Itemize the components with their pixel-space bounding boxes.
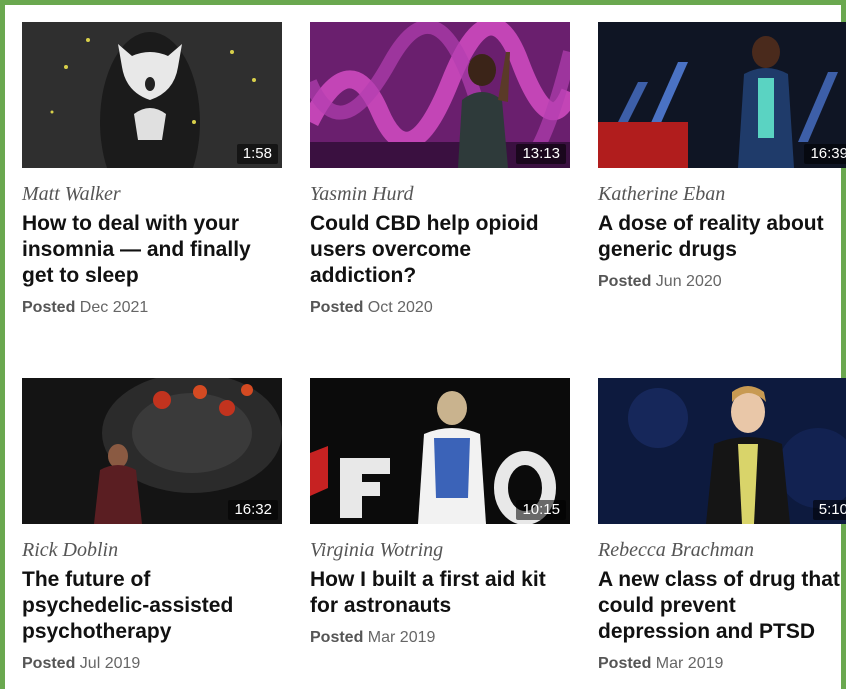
posted-info: Posted Mar 2019 (310, 628, 570, 648)
video-thumbnail[interactable]: 10:15 (310, 378, 570, 524)
talk-card[interactable]: 5:10 Rebecca Brachman A new class of dru… (598, 378, 846, 674)
speaker-name: Rebecca Brachman (598, 539, 755, 561)
posted-info: Posted Jun 2020 (598, 272, 846, 292)
talk-card[interactable]: 13:13 Yasmin Hurd Could CBD help opioid … (310, 22, 570, 318)
posted-label: Posted (310, 299, 364, 316)
talk-title[interactable]: How to deal with your insomnia — and fin… (22, 211, 272, 289)
talk-title[interactable]: A new class of drug that could prevent d… (598, 567, 846, 645)
posted-label: Posted (310, 629, 364, 646)
video-duration: 5:10 (812, 500, 846, 520)
video-thumbnail[interactable]: 16:39 (598, 22, 846, 168)
posted-date: Dec 2021 (79, 299, 149, 316)
video-thumbnail[interactable]: 5:10 (598, 378, 846, 524)
video-duration: 16:32 (228, 500, 278, 520)
talk-card[interactable]: 16:32 Rick Doblin The future of psychede… (22, 378, 282, 674)
video-duration: 10:15 (516, 500, 566, 520)
video-thumbnail[interactable]: 13:13 (310, 22, 570, 168)
posted-label: Posted (598, 655, 652, 672)
posted-date: Oct 2020 (367, 299, 433, 316)
posted-date: Jun 2020 (655, 273, 722, 290)
video-duration: 1:58 (236, 144, 278, 164)
posted-date: Mar 2019 (655, 655, 724, 672)
talk-title[interactable]: The future of psychedelic-assisted psych… (22, 567, 272, 645)
speaker-name: Matt Walker (22, 183, 121, 205)
posted-info: Posted Oct 2020 (310, 298, 570, 318)
posted-date: Mar 2019 (367, 629, 436, 646)
posted-info: Posted Mar 2019 (598, 654, 846, 674)
talk-card[interactable]: 16:39 Katherine Eban A dose of reality a… (598, 22, 846, 292)
talk-title[interactable]: Could CBD help opioid users overcome add… (310, 211, 560, 289)
video-duration: 16:39 (804, 144, 846, 164)
talk-title[interactable]: How I built a first aid kit for astronau… (310, 567, 560, 619)
posted-info: Posted Jul 2019 (22, 654, 282, 674)
posted-info: Posted Dec 2021 (22, 298, 282, 318)
talk-card[interactable]: 10:15 Virginia Wotring How I built a fir… (310, 378, 570, 648)
talk-title[interactable]: A dose of reality about generic drugs (598, 211, 846, 263)
thumbnail-image (598, 378, 846, 524)
talk-card[interactable]: 1:58 Matt Walker How to deal with your i… (22, 22, 282, 318)
posted-label: Posted (22, 299, 76, 316)
speaker-name: Katherine Eban (598, 183, 726, 205)
speaker-name: Virginia Wotring (310, 539, 444, 561)
speaker-name: Rick Doblin (22, 539, 119, 561)
video-thumbnail[interactable]: 1:58 (22, 22, 282, 168)
video-duration: 13:13 (516, 144, 566, 164)
posted-label: Posted (22, 655, 76, 672)
posted-label: Posted (598, 273, 652, 290)
video-thumbnail[interactable]: 16:32 (22, 378, 282, 524)
speaker-name: Yasmin Hurd (310, 183, 414, 205)
posted-date: Jul 2019 (79, 655, 141, 672)
